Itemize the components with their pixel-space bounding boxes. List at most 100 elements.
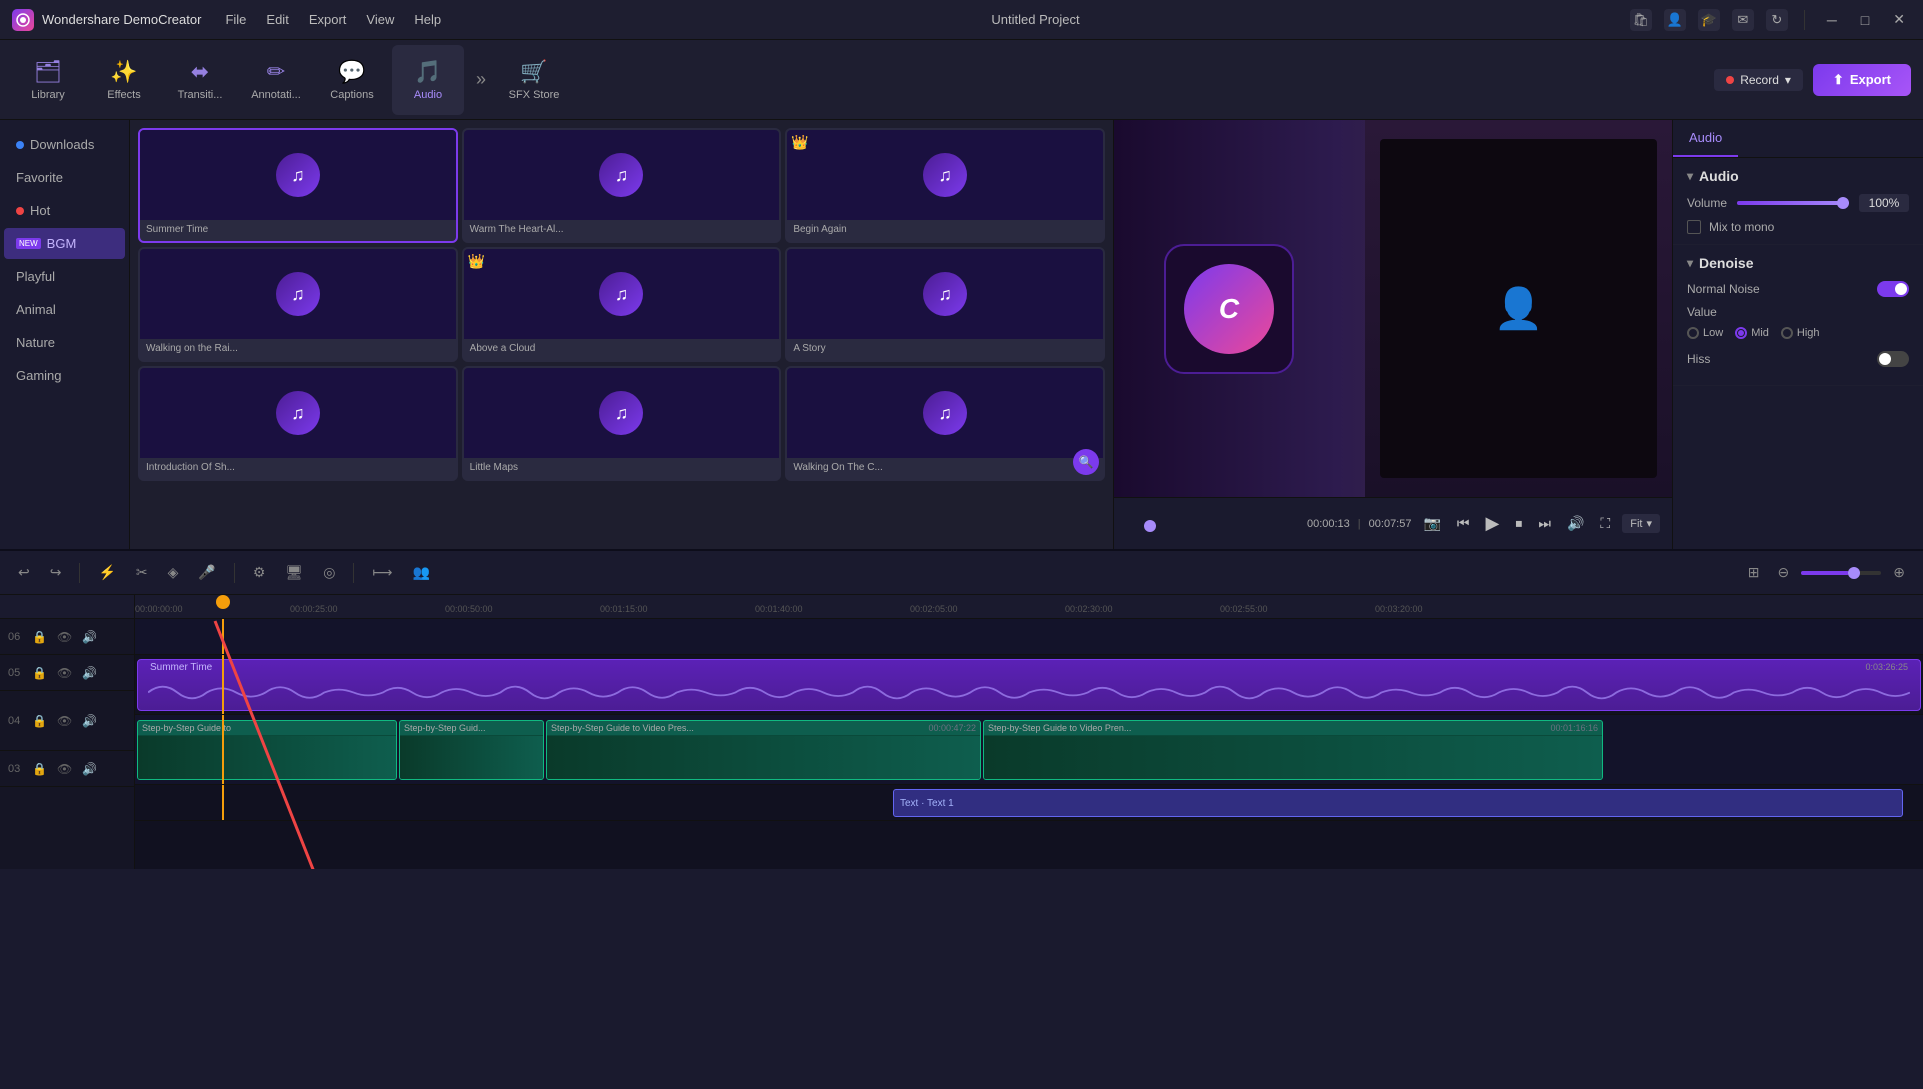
sidebar-item-hot[interactable]: Hot [4, 195, 125, 226]
lock-04-button[interactable]: 🔒 [30, 712, 49, 730]
redo-button[interactable]: ↪ [44, 560, 68, 585]
radio-high-button[interactable] [1781, 327, 1793, 339]
shop-icon[interactable]: 🛍 [1630, 9, 1652, 31]
sidebar-item-nature[interactable]: Nature [4, 327, 125, 358]
radio-low[interactable]: Low [1687, 327, 1723, 339]
cut-button[interactable]: ✂ [130, 560, 154, 585]
media-card-walking-rain[interactable]: ♫ Walking on the Rai... [138, 247, 458, 362]
sync-icon[interactable]: ↻ [1766, 9, 1788, 31]
trim-button[interactable]: ⟼ [366, 560, 398, 585]
maximize-button[interactable]: □ [1855, 12, 1875, 28]
tool-audio[interactable]: 🎵 Audio [392, 45, 464, 115]
tool-captions[interactable]: 💬 Captions [316, 45, 388, 115]
eye-06-button[interactable]: 👁 [55, 628, 74, 646]
media-card-summer-time[interactable]: ♫ Summer Time [138, 128, 458, 243]
zoom-slider[interactable] [1801, 571, 1881, 575]
tool-sfx-store[interactable]: 🛒 SFX Store [498, 45, 570, 115]
eye-03-button[interactable]: 👁 [55, 760, 74, 778]
radio-low-button[interactable] [1687, 327, 1699, 339]
zoom-fit-button[interactable]: ⊞ [1742, 560, 1766, 585]
menu-file[interactable]: File [225, 12, 246, 27]
export-button[interactable]: ⬆ Export [1813, 64, 1911, 96]
music-icon-little-maps: ♫ [599, 391, 643, 435]
audio-06-button[interactable]: 🔊 [80, 628, 99, 646]
denoise-section-header[interactable]: ▾ Denoise [1687, 255, 1909, 271]
media-card-a-story[interactable]: ♫ A Story [785, 247, 1105, 362]
menu-edit[interactable]: Edit [266, 12, 288, 27]
zoom-in-button[interactable]: ⊕ [1887, 560, 1911, 585]
sidebar-item-gaming[interactable]: Gaming [4, 360, 125, 391]
media-card-little-maps[interactable]: ♫ Little Maps [462, 366, 782, 481]
audio-clip-header: Summer Time 0:03:26:25 [144, 660, 1914, 675]
volume-button[interactable]: 🔊 [1563, 513, 1588, 534]
sidebar-item-downloads[interactable]: Downloads [4, 129, 125, 160]
zoom-out-button[interactable]: ⊖ [1772, 560, 1796, 585]
tool-transitions[interactable]: ⬌ Transiti... [164, 45, 236, 115]
sidebar-item-playful[interactable]: Playful [4, 261, 125, 292]
audio-clip-summer-time[interactable]: Summer Time 0:03:26:25 [137, 659, 1921, 711]
hiss-toggle[interactable] [1877, 351, 1909, 367]
audio-05-button[interactable]: 🔊 [80, 664, 99, 682]
skip-back-button[interactable]: ⏮ [1453, 513, 1474, 534]
volume-slider[interactable] [1737, 201, 1849, 205]
tool-annotations[interactable]: ✏ Annotati... [240, 45, 312, 115]
motion-button[interactable]: ⚙ [247, 560, 272, 585]
eye-05-button[interactable]: 👁 [55, 664, 74, 682]
mic-button[interactable]: 🎤 [192, 560, 221, 585]
lock-05-button[interactable]: 🔒 [30, 664, 49, 682]
video-clip-3[interactable]: Step-by-Step Guide to Video Pres... 00:0… [546, 720, 981, 780]
stop-button[interactable]: ⏹ [1511, 513, 1526, 534]
search-button[interactable]: 🔍 [1073, 449, 1099, 475]
camera-capture-button[interactable]: 📷 [1419, 513, 1444, 534]
mix-to-mono-checkbox[interactable] [1687, 220, 1701, 234]
screen-button[interactable]: 🖥 [279, 560, 309, 585]
lock-06-button[interactable]: 🔒 [30, 628, 49, 646]
sidebar-item-favorite[interactable]: Favorite [4, 162, 125, 193]
lock-03-button[interactable]: 🔒 [30, 760, 49, 778]
tool-effects[interactable]: ✨ Effects [88, 45, 160, 115]
more-tools-button[interactable]: » [468, 61, 494, 98]
radio-high[interactable]: High [1781, 327, 1820, 339]
skip-forward-button[interactable]: ⏭ [1534, 513, 1555, 534]
fit-button[interactable]: Fit ▾ [1622, 514, 1660, 533]
normal-noise-toggle[interactable] [1877, 281, 1909, 297]
play-button[interactable]: ▶ [1482, 511, 1504, 536]
tab-audio[interactable]: Audio [1673, 120, 1738, 157]
media-card-begin-again[interactable]: 👑 ♫ Begin Again [785, 128, 1105, 243]
account-icon[interactable]: 👤 [1664, 9, 1686, 31]
video-clip-4[interactable]: Step-by-Step Guide to Video Pren... 00:0… [983, 720, 1603, 780]
group-button[interactable]: 👥 [407, 560, 436, 585]
tool-audio-label: Audio [414, 89, 442, 101]
fullscreen-button[interactable]: ⛶ [1596, 513, 1614, 534]
audio-03-button[interactable]: 🔊 [80, 760, 99, 778]
sidebar-item-animal[interactable]: Animal [4, 294, 125, 325]
radio-mid[interactable]: Mid [1735, 327, 1769, 339]
radio-mid-button[interactable] [1735, 327, 1747, 339]
media-card-intro[interactable]: ♫ Introduction Of Sh... [138, 366, 458, 481]
marker-button[interactable]: ◈ [162, 560, 185, 585]
record-dropdown-icon[interactable]: ▾ [1785, 73, 1791, 87]
sidebar-item-bgm[interactable]: NEW BGM [4, 228, 125, 259]
record-button[interactable]: Record ▾ [1714, 69, 1803, 91]
music-note-icon: ♫ [615, 284, 629, 305]
video-clip-2[interactable]: Step-by-Step Guid... [399, 720, 544, 780]
menu-export[interactable]: Export [309, 12, 347, 27]
menu-view[interactable]: View [366, 12, 394, 27]
effect-button[interactable]: ◎ [317, 560, 341, 585]
mail-icon[interactable]: ✉ [1732, 9, 1754, 31]
eye-04-button[interactable]: 👁 [55, 712, 74, 730]
split-button[interactable]: ⚡ [92, 560, 121, 585]
education-icon[interactable]: 🎓 [1698, 9, 1720, 31]
audio-04-button[interactable]: 🔊 [80, 712, 99, 730]
tool-library[interactable]: 🗂 Library [12, 45, 84, 115]
undo-button[interactable]: ↩ [12, 560, 36, 585]
menu-help[interactable]: Help [414, 12, 441, 27]
minimize-button[interactable]: ─ [1821, 12, 1843, 28]
text-clip-1[interactable]: Text · Text 1 [893, 789, 1903, 817]
media-card-walking-cloud[interactable]: ♫ Walking On The C... 🔍 [785, 366, 1105, 481]
audio-section-header[interactable]: ▾ Audio [1687, 168, 1909, 184]
media-card-warm-heart[interactable]: ♫ Warm The Heart-Al... [462, 128, 782, 243]
media-card-above-cloud[interactable]: 👑 ♫ Above a Cloud [462, 247, 782, 362]
video-clip-1[interactable]: Step-by-Step Guide to [137, 720, 397, 780]
close-button[interactable]: ✕ [1887, 11, 1911, 28]
